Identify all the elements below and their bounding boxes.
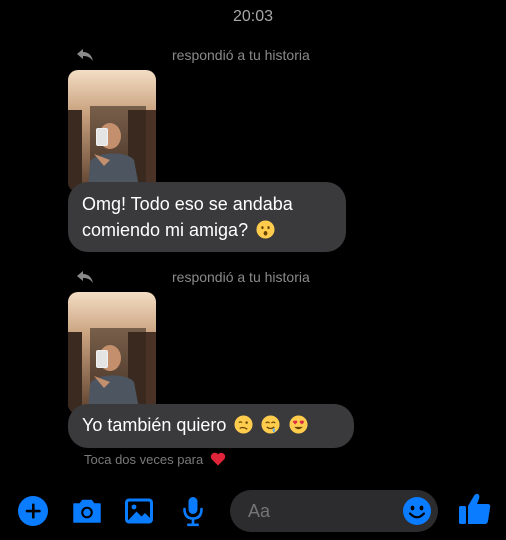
hushed-face-icon [256, 220, 275, 239]
message-input[interactable] [248, 490, 398, 532]
message-text: comiendo mi amiga? [82, 220, 249, 240]
microphone-icon[interactable] [176, 494, 210, 528]
message-bubble[interactable]: Yo también quiero [68, 404, 354, 448]
story-photo [68, 70, 156, 192]
reply-arrow-icon [77, 271, 93, 283]
story-reply-label: respondió a tu historia [172, 47, 310, 63]
story-thumbnail[interactable] [68, 292, 156, 414]
double-tap-hint: Toca dos veces para [84, 452, 226, 467]
story-thumbnail[interactable] [68, 70, 156, 192]
message-text: Omg! Todo eso se andaba [82, 194, 293, 214]
plus-icon[interactable] [16, 494, 50, 528]
reply-arrow-icon [77, 49, 93, 61]
story-reply-header: respondió a tu historia [72, 46, 372, 66]
message-text: Yo también quiero [82, 415, 227, 435]
camera-icon[interactable] [70, 494, 104, 528]
woozy-face-icon [234, 415, 253, 434]
heart-eyes-face-icon [288, 415, 308, 434]
drooling-face-icon [261, 415, 281, 434]
heart-icon [210, 452, 226, 466]
message-composer[interactable] [230, 490, 438, 532]
gallery-icon[interactable] [122, 494, 156, 528]
story-reply-header: respondió a tu historia [72, 268, 372, 288]
timestamp: 20:03 [232, 8, 274, 25]
emoji-icon[interactable] [402, 496, 432, 526]
message-bubble[interactable]: Omg! Todo eso se andaba comiendo mi amig… [68, 182, 346, 252]
story-reply-label: respondió a tu historia [172, 269, 310, 285]
thumbs-up-icon[interactable] [456, 490, 494, 528]
hint-text: Toca dos veces para [84, 452, 204, 467]
message-toolbar [0, 484, 506, 540]
story-photo [68, 292, 156, 414]
